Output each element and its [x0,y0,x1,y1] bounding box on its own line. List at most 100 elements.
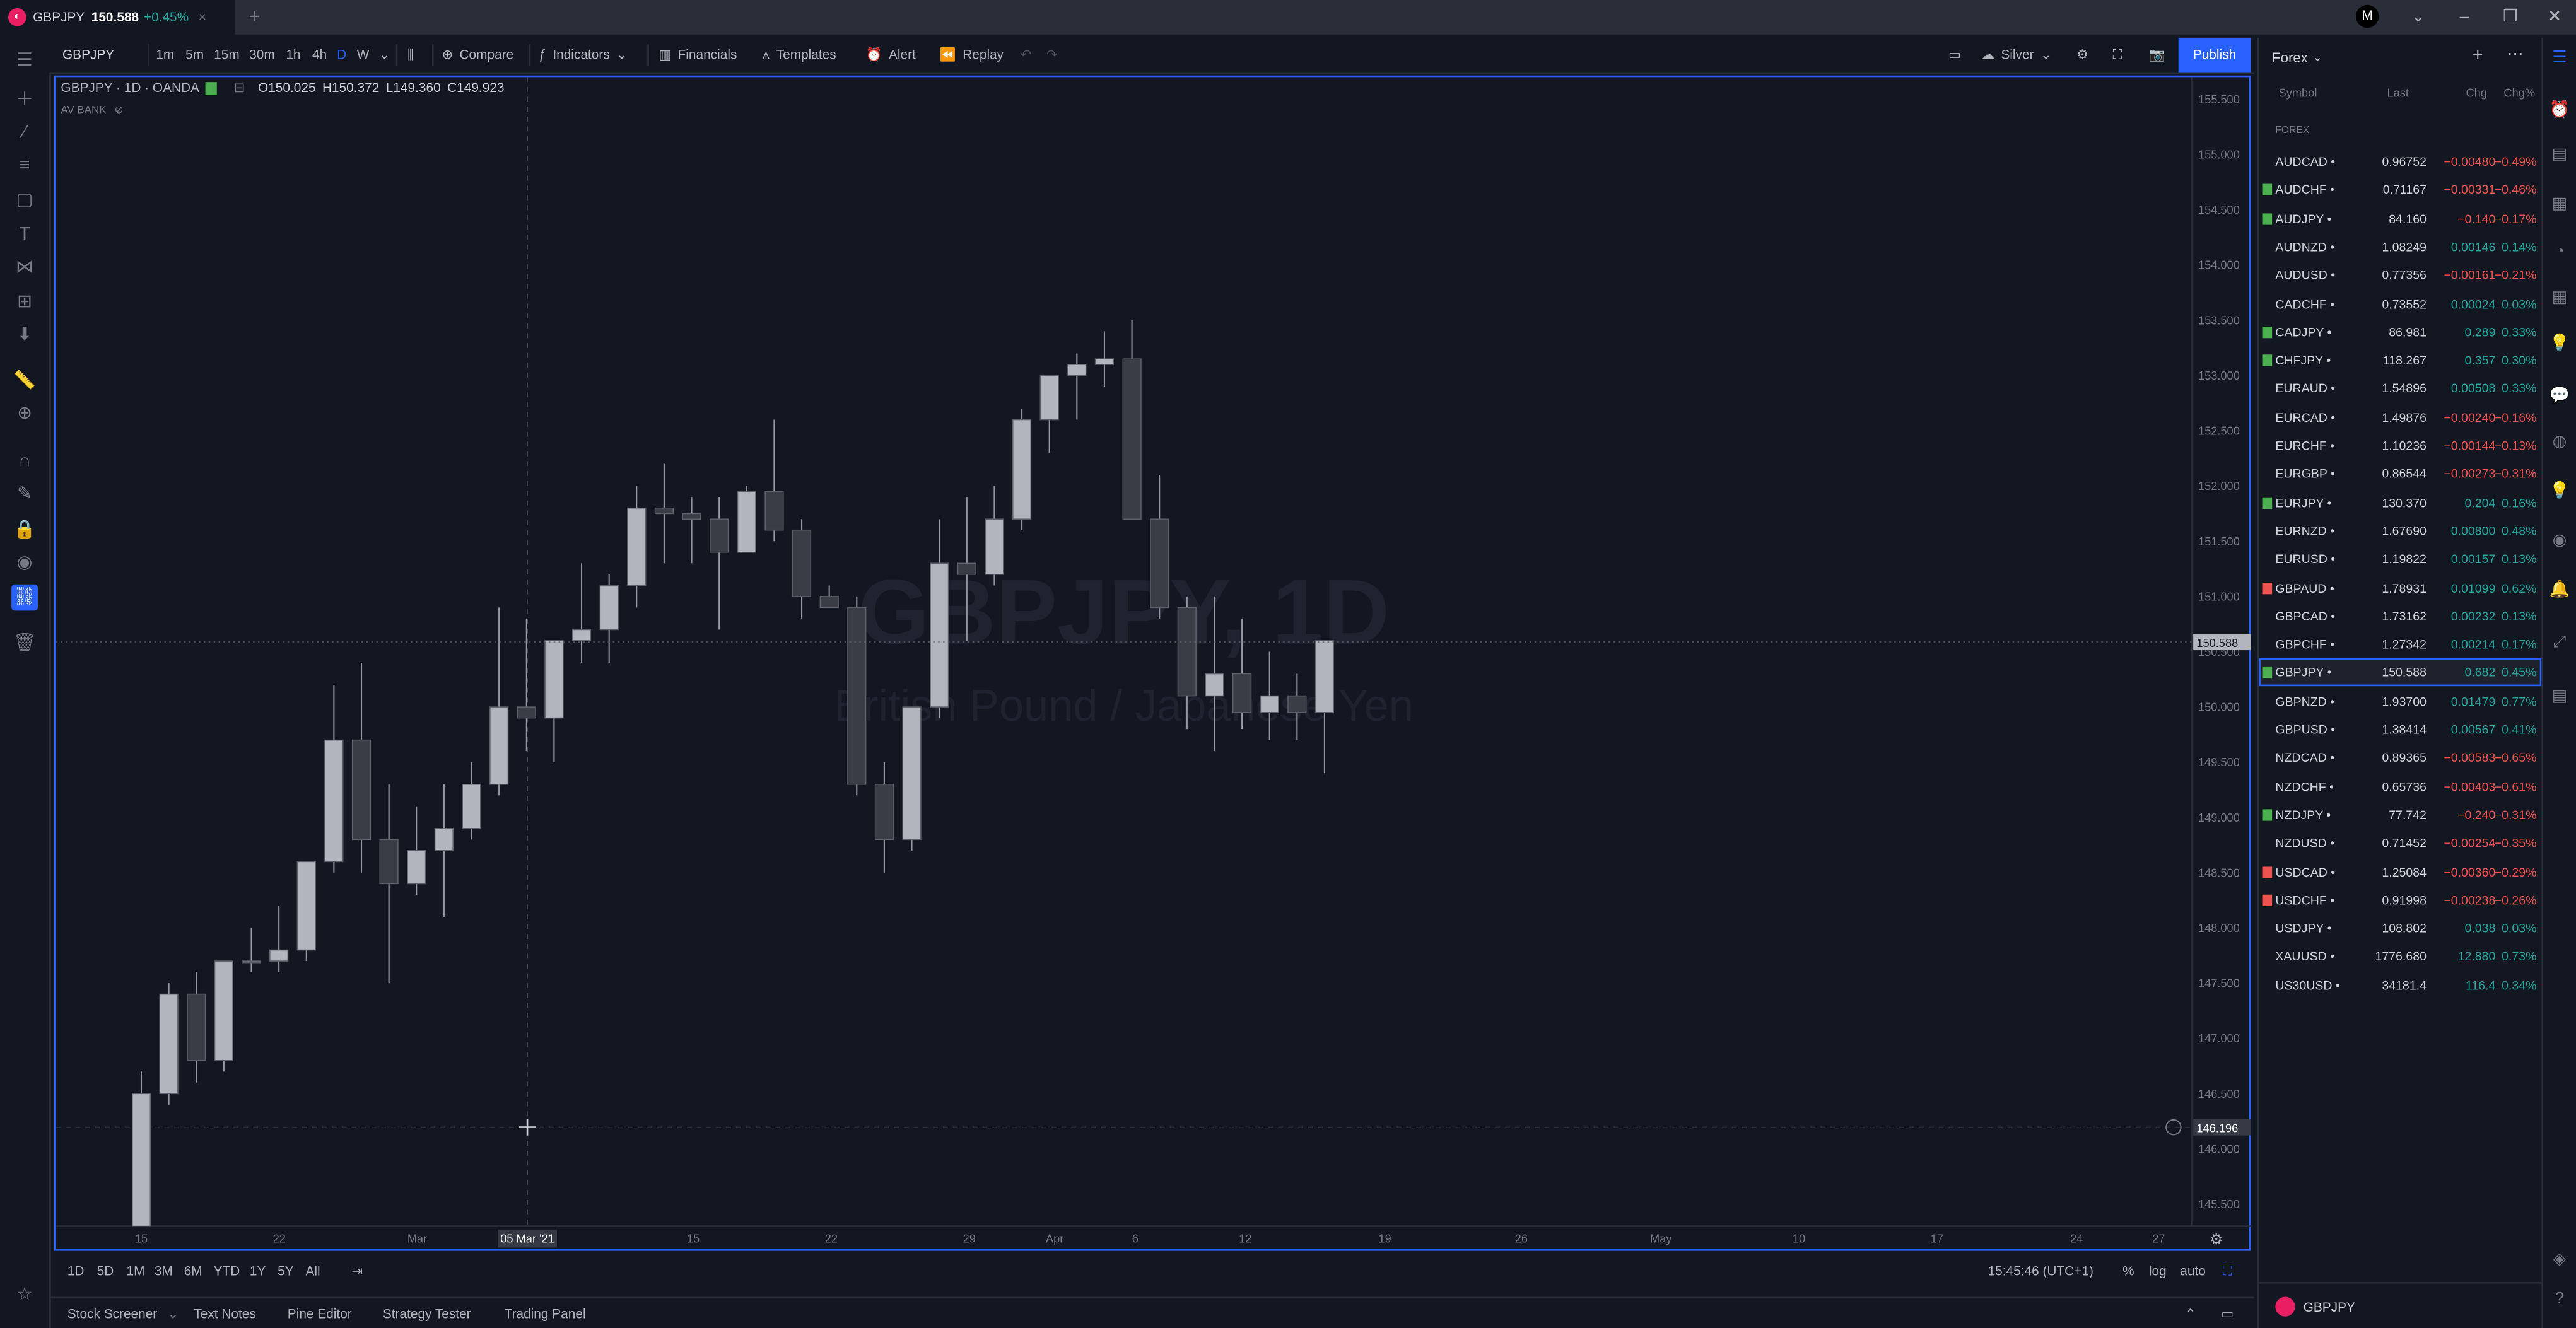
tab-strategy-tester[interactable]: Strategy Tester [383,1305,471,1325]
close-window-icon[interactable]: ✕ [2532,0,2576,35]
watchlist-row-gbpcad[interactable]: GBPCAD • 1.73162 0.00232 0.13% [2259,602,2541,630]
flag-icon[interactable] [2262,354,2273,366]
financials-button[interactable]: ▥ Financials [659,41,737,69]
tf-1m[interactable]: 1m [155,41,176,69]
chart-pane[interactable]: GBPJPY, 1D British Pound / Japanese Yen 15… [54,75,2252,1252]
alert-button[interactable]: ⏰ Alert [866,41,916,69]
hotlist-icon[interactable]: ◔ [2548,242,2571,264]
streams-icon[interactable]: ◍ [2548,432,2571,455]
range-1m[interactable]: 1M [127,1262,145,1282]
news-icon[interactable]: ▤ [2548,144,2571,167]
watchlist-row-eurusd[interactable]: EURUSD • 1.19822 0.00157 0.13% [2259,545,2541,573]
camera-icon[interactable]: 📷 [2149,41,2165,69]
tab-text-notes[interactable]: Text Notes [194,1305,255,1325]
chat-icon[interactable]: 💬 [2548,386,2571,409]
indicator-legend[interactable]: AV BANK ⊘ [61,103,123,117]
eye-off-icon[interactable]: ⊘ [115,103,124,117]
watchlist-row-audnzd[interactable]: AUDNZD • 1.08249 0.00146 0.14% [2259,233,2541,260]
trend-line-icon[interactable]: ⁄ [11,120,38,146]
tf-15m[interactable]: 15m [214,41,240,69]
flag-icon[interactable] [2262,581,2273,594]
ideas-icon[interactable]: 💡 [2548,333,2571,356]
flag-icon[interactable] [2262,809,2273,821]
watchlist-row-audchf[interactable]: AUDCHF • 0.71167 −0.00331 −0.46% [2259,176,2541,204]
trash-icon[interactable]: 🗑 [11,631,38,657]
close-tab-icon[interactable]: × [199,10,206,25]
plan-button[interactable]: ☁ Silver ⌄ [1981,41,2051,69]
broadcast-icon[interactable]: ◉ [2548,530,2571,553]
minimize-icon[interactable]: – [2441,0,2487,35]
range-1y[interactable]: 1Y [250,1262,266,1282]
tf-30m[interactable]: 30m [248,41,276,69]
col-symbol[interactable]: Symbol [2279,89,2317,100]
tab-trading-panel[interactable]: Trading Panel [505,1305,586,1325]
prediction-icon[interactable]: ⊞ [11,289,38,315]
more-icon[interactable]: ⋯ [2507,46,2524,64]
new-tab-button[interactable]: + [243,5,266,28]
tf-4h[interactable]: 4h [310,41,329,69]
legend-title[interactable]: GBPJPY · 1D · OANDA [61,81,199,95]
watchlist-row-usdchf[interactable]: USDCHF • 0.91998 −0.00238 −0.26% [2259,886,2541,914]
watchlist-row-eurnzd[interactable]: EURNZD • 1.67690 0.00800 0.48% [2259,517,2541,545]
range-ytd[interactable]: YTD [214,1262,240,1282]
layers-icon[interactable]: ◈ [2548,1249,2571,1272]
link-icon[interactable]: ⛓ [11,584,38,611]
lightbulb-icon[interactable]: 💡 [2548,481,2571,504]
watchlist-row-eurchf[interactable]: EURCHF • 1.10236 −0.00144 −0.13% [2259,432,2541,460]
price-chart[interactable]: GBPJPY, 1DBritish Pound / Japanese Yen15… [56,77,2252,1252]
watchlist-row-cadjpy[interactable]: CADJPY • 86.981 0.289 0.33% [2259,318,2541,346]
auto-toggle[interactable]: auto [2180,1262,2206,1282]
avatar[interactable]: M [2355,4,2379,28]
order-panel-icon[interactable]: ⤢ [2548,632,2571,655]
replay-button[interactable]: ⏪ Replay [940,41,1004,69]
watchlist-row-eurcad[interactable]: EURCAD • 1.49876 −0.00240 −0.16% [2259,404,2541,431]
fullscreen-icon[interactable]: ⛶ [2113,41,2122,69]
arrow-down-icon[interactable]: ⬇ [11,322,38,348]
range-all[interactable]: All [305,1262,320,1282]
range-3m[interactable]: 3M [155,1262,173,1282]
flag-icon[interactable] [2262,326,2273,338]
footer-symbol[interactable]: GBPJPY [2304,1299,2355,1313]
log-toggle[interactable]: log [2149,1262,2167,1282]
chart-type-icon[interactable]: ⫼ [407,41,414,69]
watchlist-row-cadchf[interactable]: CADCHF • 0.73552 0.00024 0.03% [2259,289,2541,317]
calendar-icon[interactable]: ▦ [2548,288,2571,310]
watchlist-row-usdcad[interactable]: USDCAD • 1.25084 −0.00360 −0.29% [2259,858,2541,885]
tf-d[interactable]: D [335,41,348,69]
col-last[interactable]: Last [2387,89,2408,100]
chevron-down-icon[interactable]: ⌄ [2396,0,2442,35]
watchlist-title[interactable]: Forex ⌄ [2272,49,2322,66]
brush-icon[interactable]: ✎ [11,481,38,508]
menu-icon[interactable]: ☰ [11,47,38,74]
watchlist-row-gbpnzd[interactable]: GBPNZD • 1.93700 0.01479 0.77% [2259,687,2541,715]
ruler-icon[interactable]: 📏 [11,368,38,394]
dom-icon[interactable]: ▤ [2548,686,2571,709]
text-icon[interactable]: T [11,221,38,248]
maximize-icon[interactable]: ❐ [2487,0,2533,35]
clock-time[interactable]: 15:45:46 (UTC+1) [1988,1262,2093,1282]
pattern-icon[interactable]: ⋈ [11,254,38,281]
tab-pine-editor[interactable]: Pine Editor [288,1305,352,1325]
watchlist-row-nzdusd[interactable]: NZDUSD • 0.71452 −0.00254 −0.35% [2259,829,2541,857]
compare-button[interactable]: ⊕ Compare [442,41,514,69]
redo-icon[interactable]: ↷ [1046,41,1057,69]
watchlist-row-audusd[interactable]: AUDUSD • 0.77356 −0.00161 −0.21% [2259,261,2541,289]
goto-date-icon[interactable]: ⇥ [351,1262,362,1282]
watchlist-row-nzdchf[interactable]: NZDCHF • 0.65736 −0.00403 −0.61% [2259,772,2541,800]
watchlist-row-eurjpy[interactable]: EURJPY • 130.370 0.204 0.16% [2259,489,2541,516]
minus-icon[interactable]: ⊟ [234,81,245,95]
tab-stock-screener[interactable]: Stock Screener [67,1305,157,1325]
watchlist-row-chfjpy[interactable]: CHFJPY • 118.267 0.357 0.30% [2259,347,2541,375]
fib-icon[interactable]: ≡ [11,153,38,179]
chevron-down-icon[interactable]: ⌄ [168,1305,179,1325]
watchlist-row-audjpy[interactable]: AUDJPY • 84.160 −0.140 −0.17% [2259,204,2541,232]
eye-icon[interactable]: ◉ [11,550,38,576]
indicators-button[interactable]: ƒ Indicators ⌄ [539,41,627,69]
flag-icon[interactable] [2262,184,2273,196]
watchlist-row-gbpusd[interactable]: GBPUSD • 1.38414 0.00567 0.41% [2259,716,2541,743]
alerts-icon[interactable]: ⏰ [2548,100,2571,123]
crosshair-icon[interactable]: ＋ [11,87,38,114]
rectangle-icon[interactable]: ▢ [11,187,38,214]
percent-toggle[interactable]: % [2122,1262,2134,1282]
watchlist-row-us30usd[interactable]: US30USD • 34181.4 116.4 0.34% [2259,971,2541,999]
